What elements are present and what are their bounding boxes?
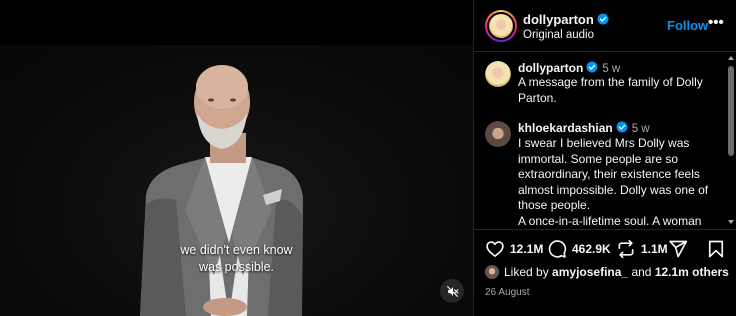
author-avatar-image: [487, 12, 515, 40]
comment-time[interactable]: 5 w: [602, 63, 620, 75]
comment-avatar[interactable]: [485, 61, 511, 87]
comment-paragraph: A once-in-a-lifetime soul. A woman whose…: [518, 213, 702, 228]
repost-icon: [618, 239, 634, 259]
comment-username[interactable]: dollyparton: [518, 61, 583, 75]
video-subtitle: we didn't even know was possible.: [0, 242, 473, 276]
post-actions: 12.1M 462.9K 1.1M Liked by amyjosefina_ …: [474, 229, 736, 316]
repost-button[interactable]: 1.1M: [616, 238, 668, 260]
reposts-count: 1.1M: [641, 242, 668, 256]
comment-author-row: khloekardashian 5 w: [518, 121, 650, 135]
paper-plane-icon: [669, 240, 688, 258]
comment-avatar[interactable]: [485, 121, 511, 147]
more-options-icon[interactable]: •••: [708, 14, 724, 31]
share-button[interactable]: [668, 238, 688, 260]
likes-others-link[interactable]: 12.1m others: [655, 265, 729, 279]
comment-avatar-image: [485, 61, 511, 87]
video-player[interactable]: we didn't even know was possible.: [0, 0, 473, 316]
comment-author-row: dollyparton 5 w: [518, 61, 620, 75]
author-username[interactable]: dollyparton: [523, 12, 594, 27]
verified-badge-icon: [597, 13, 609, 25]
original-audio-link[interactable]: Original audio: [523, 29, 594, 41]
follow-button[interactable]: Follow: [667, 18, 708, 33]
mute-button[interactable]: [440, 279, 464, 303]
liker-username[interactable]: amyjosefina_: [552, 265, 628, 279]
comments-list[interactable]: dollyparton 5 w A message from the family…: [474, 53, 736, 229]
comments-scrollbar[interactable]: [727, 54, 735, 228]
post-date[interactable]: 26 August: [485, 287, 529, 298]
scroll-down-arrow-icon[interactable]: [728, 220, 734, 224]
comment-bubble-icon: [548, 240, 567, 258]
comment-avatar-image: [485, 121, 511, 147]
like-button[interactable]: 12.1M: [485, 238, 543, 260]
subtitle-line-1: we didn't even know: [180, 243, 293, 257]
post-header: dollyparton Original audio Follow •••: [474, 0, 736, 52]
comment-text: A message from the family of Dolly Parto…: [518, 75, 703, 105]
bookmark-icon: [708, 240, 724, 258]
heart-icon: [486, 241, 504, 257]
comment-time[interactable]: 5 w: [632, 123, 650, 135]
subtitle-line-2: was possible.: [198, 260, 275, 274]
comment-username[interactable]: khloekardashian: [518, 121, 613, 135]
likes-summary: Liked by amyjosefina_ and 12.1m others: [485, 265, 729, 279]
scroll-up-arrow-icon[interactable]: [728, 56, 734, 60]
liker-avatar[interactable]: [485, 265, 499, 279]
likes-count: 12.1M: [510, 242, 544, 256]
comments-count: 462.9K: [572, 242, 611, 256]
comment-text: I swear I believed Mrs Dolly was immorta…: [518, 136, 723, 229]
verified-badge-icon: [586, 61, 598, 73]
comment-button[interactable]: 462.9K: [547, 238, 611, 260]
author-avatar[interactable]: [485, 10, 517, 42]
save-button[interactable]: [706, 238, 726, 260]
speaker-muted-icon: [446, 285, 458, 297]
likes-prefix: Liked by: [504, 265, 549, 279]
comment-paragraph: I swear I believed Mrs Dolly was immorta…: [518, 136, 709, 212]
post-side-panel: dollyparton Original audio Follow ••• do…: [473, 0, 736, 316]
scroll-thumb[interactable]: [728, 66, 734, 156]
verified-badge-icon: [616, 121, 628, 133]
author-username-row[interactable]: dollyparton: [523, 12, 609, 27]
likes-middle: and: [631, 265, 652, 279]
